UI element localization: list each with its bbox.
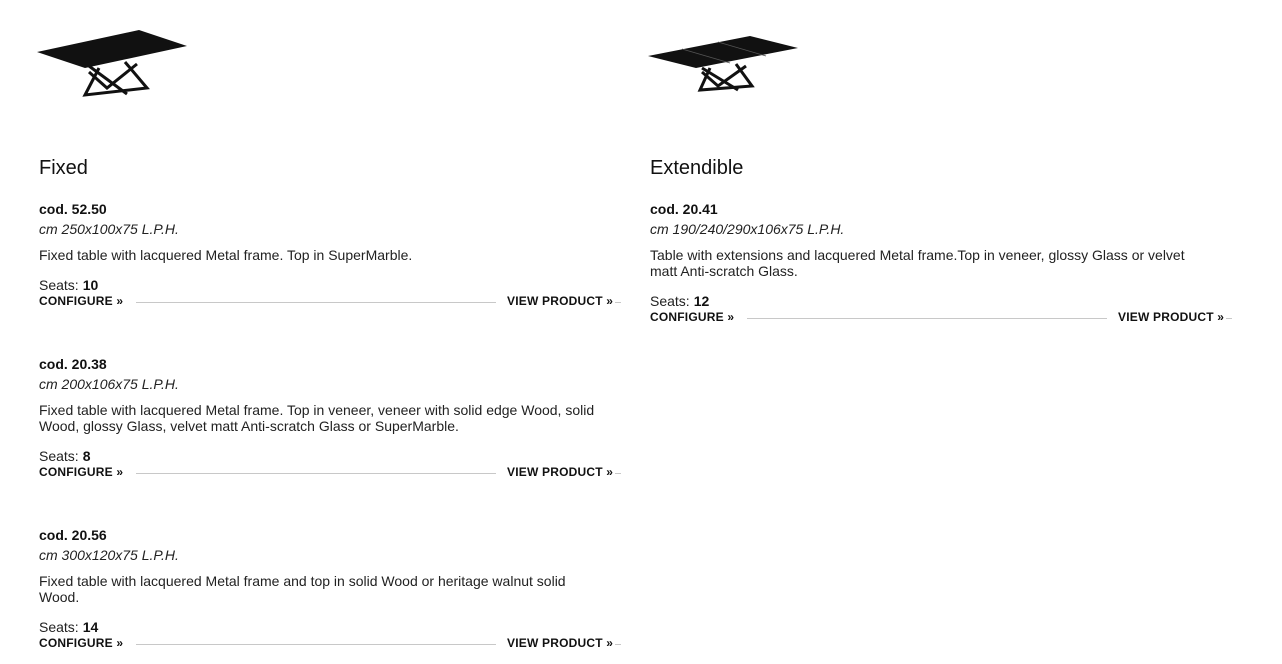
product-description: Fixed table with lacquered Metal frame. … <box>39 402 595 434</box>
product-card-52-50: cod. 52.50 cm 250x100x75 L.P.H. Fixed ta… <box>39 200 621 310</box>
configure-link[interactable]: CONFIGURE » <box>650 310 734 324</box>
product-dimensions: cm 190/240/290x106x75 L.P.H. <box>650 221 845 237</box>
divider-tail <box>615 644 621 645</box>
product-dimensions: cm 300x120x75 L.P.H. <box>39 547 179 563</box>
product-actions: CONFIGURE » VIEW PRODUCT » <box>39 636 621 652</box>
configure-link[interactable]: CONFIGURE » <box>39 465 123 479</box>
seats-label: Seats: <box>650 293 690 309</box>
seats-value: 8 <box>82 448 91 464</box>
seats-info: Seats: 8 <box>39 447 621 465</box>
divider-tail <box>615 302 621 303</box>
product-card-20-38: cod. 20.38 cm 200x106x75 L.P.H. Fixed ta… <box>39 355 621 481</box>
seats-info: Seats: 10 <box>39 276 621 294</box>
seats-label: Seats: <box>39 448 79 464</box>
product-description: Table with extensions and lacquered Meta… <box>650 247 1185 279</box>
product-code: cod. 20.56 <box>39 527 107 543</box>
product-dimensions: cm 250x100x75 L.P.H. <box>39 221 179 237</box>
divider-line <box>136 302 496 303</box>
divider-line <box>136 473 496 474</box>
product-card-20-56: cod. 20.56 cm 300x120x75 L.P.H. Fixed ta… <box>39 526 621 652</box>
seats-value: 10 <box>82 277 99 293</box>
product-actions: CONFIGURE » VIEW PRODUCT » <box>39 465 621 481</box>
product-actions: CONFIGURE » VIEW PRODUCT » <box>650 310 1232 326</box>
seats-label: Seats: <box>39 619 79 635</box>
seats-info: Seats: 14 <box>39 618 621 636</box>
seats-label: Seats: <box>39 277 79 293</box>
section-title-fixed: Fixed <box>39 157 88 179</box>
configure-link[interactable]: CONFIGURE » <box>39 636 123 650</box>
product-code: cod. 20.41 <box>650 201 718 217</box>
seats-info: Seats: 12 <box>650 292 1232 310</box>
view-product-link[interactable]: VIEW PRODUCT » <box>507 465 613 479</box>
extendible-table-image <box>648 36 798 92</box>
divider-tail <box>615 473 621 474</box>
configure-link[interactable]: CONFIGURE » <box>39 294 123 308</box>
product-actions: CONFIGURE » VIEW PRODUCT » <box>39 294 621 310</box>
view-product-link[interactable]: VIEW PRODUCT » <box>1118 310 1224 324</box>
view-product-link[interactable]: VIEW PRODUCT » <box>507 294 613 308</box>
fixed-table-image <box>37 30 187 97</box>
seats-value: 14 <box>82 619 99 635</box>
divider-line <box>747 318 1107 319</box>
product-card-20-41: cod. 20.41 cm 190/240/290x106x75 L.P.H. … <box>650 200 1232 326</box>
product-dimensions: cm 200x106x75 L.P.H. <box>39 376 179 392</box>
seats-value: 12 <box>693 293 710 309</box>
section-title-extendible: Extendible <box>650 157 744 179</box>
product-code: cod. 20.38 <box>39 356 107 372</box>
view-product-link[interactable]: VIEW PRODUCT » <box>507 636 613 650</box>
product-code: cod. 52.50 <box>39 201 107 217</box>
product-description: Fixed table with lacquered Metal frame. … <box>39 247 413 263</box>
divider-tail <box>1226 318 1232 319</box>
product-description: Fixed table with lacquered Metal frame a… <box>39 573 566 605</box>
divider-line <box>136 644 496 645</box>
